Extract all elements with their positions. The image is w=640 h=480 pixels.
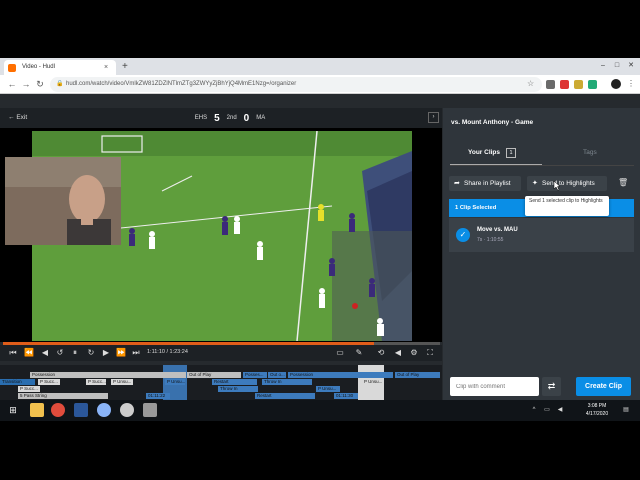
scoreboard: EHS 5 2nd 0 MA bbox=[180, 110, 280, 126]
fast-forward-icon[interactable]: ⏩ bbox=[116, 347, 126, 358]
timeline-event[interactable]: Possession bbox=[288, 372, 393, 378]
timeline-event[interactable]: Out of Play bbox=[187, 372, 241, 378]
tab-tags[interactable]: Tags bbox=[583, 147, 597, 159]
away-score: 0 bbox=[243, 112, 250, 124]
maximize-button[interactable]: □ bbox=[610, 60, 624, 72]
adjust-clip-icon[interactable]: ⇄ bbox=[542, 377, 561, 396]
timeline-event[interactable]: 01:11:30 bbox=[334, 393, 358, 399]
timeline-event[interactable]: P Succ... bbox=[86, 379, 106, 385]
lock-icon[interactable]: 🔒 bbox=[56, 81, 63, 88]
highlights-icon: ✦ bbox=[532, 180, 538, 187]
timeline-event[interactable]: 5 Pass String bbox=[18, 393, 108, 399]
step-back-icon[interactable]: ◀ bbox=[40, 347, 50, 358]
fullscreen-icon[interactable]: ⛶ bbox=[425, 347, 435, 358]
timeline-event[interactable]: Out o... bbox=[268, 372, 286, 378]
timeline-event[interactable]: P Unsu... bbox=[362, 379, 382, 385]
windows-start-icon[interactable]: ⊞ bbox=[6, 403, 20, 417]
share-arrow-icon: ➦ bbox=[454, 180, 460, 187]
clip-title: Move vs. MAU bbox=[477, 227, 518, 233]
mouse-pointer-icon bbox=[553, 181, 561, 191]
away-team: MA bbox=[256, 115, 266, 121]
exit-button[interactable]: ← Exit bbox=[8, 112, 27, 124]
reload-icon[interactable]: ↻ bbox=[34, 78, 46, 90]
volume-tray-icon[interactable]: ◀ bbox=[556, 406, 564, 414]
extension-icon[interactable] bbox=[588, 80, 597, 89]
extension-icon[interactable] bbox=[546, 80, 555, 89]
profile-avatar[interactable] bbox=[611, 79, 621, 89]
selected-count: 1 Clip Selected bbox=[455, 205, 497, 211]
rewind-icon[interactable]: ⏪ bbox=[24, 347, 34, 358]
timeline-event[interactable]: P Unsu... bbox=[316, 386, 340, 392]
hudl-favicon-icon bbox=[8, 64, 16, 72]
network-icon[interactable]: ▭ bbox=[543, 406, 551, 414]
create-clip-button[interactable]: Create Clip bbox=[576, 377, 631, 396]
replay-icon[interactable]: ↺ bbox=[55, 347, 65, 358]
extension-icon[interactable] bbox=[560, 80, 569, 89]
timeline-event[interactable]: P Succ... bbox=[38, 379, 60, 385]
file-explorer-icon[interactable] bbox=[30, 403, 44, 417]
system-clock[interactable]: 3:08 PM 4/17/2020 bbox=[578, 402, 616, 420]
step-forward-icon[interactable]: ▶ bbox=[101, 347, 111, 358]
app-icon[interactable] bbox=[143, 403, 157, 417]
home-team: EHS bbox=[194, 115, 208, 121]
notifications-icon[interactable]: ▤ bbox=[622, 406, 630, 414]
clock-time: 3:08 PM bbox=[587, 403, 607, 409]
timeline-event[interactable]: Restart bbox=[212, 379, 257, 385]
timeline-event[interactable]: Transition bbox=[0, 379, 35, 385]
tab-close-icon[interactable]: × bbox=[104, 64, 112, 72]
clock-date: 4/17/2020 bbox=[585, 411, 609, 417]
app-icon[interactable] bbox=[97, 403, 111, 417]
clip-count-badge: 1 bbox=[506, 148, 516, 158]
browser-menu-icon[interactable]: ⋮ bbox=[627, 78, 635, 90]
minimize-button[interactable]: – bbox=[596, 60, 610, 72]
tab-title: Video - Hudl bbox=[22, 64, 55, 70]
tabs-divider bbox=[450, 165, 634, 166]
clip-comment-input[interactable] bbox=[450, 377, 539, 396]
tray-chevron-icon[interactable]: ^ bbox=[530, 406, 538, 414]
timeline-event[interactable]: Posses... bbox=[243, 372, 267, 378]
timeline-event[interactable]: P Unsu... bbox=[165, 379, 185, 385]
bookmark-star-icon[interactable]: ☆ bbox=[527, 78, 537, 90]
timeline-event[interactable]: Possession bbox=[30, 372, 186, 378]
tab-your-clips[interactable]: Your Clips bbox=[468, 147, 500, 159]
skip-end-icon[interactable]: ⏭ bbox=[131, 347, 141, 358]
timeline-event[interactable]: P Unsu... bbox=[111, 379, 133, 385]
timeline-event[interactable]: Throw In bbox=[218, 386, 258, 392]
timeline-event[interactable]: Out of Play bbox=[395, 372, 440, 378]
game-title: vs. Mount Anthony - Game bbox=[451, 119, 534, 126]
clip-list-item[interactable] bbox=[449, 218, 634, 252]
loop-icon[interactable]: ⟲ bbox=[376, 347, 386, 358]
close-window-button[interactable]: ✕ bbox=[624, 60, 638, 72]
chevron-right-icon[interactable]: › bbox=[428, 112, 439, 123]
captions-icon[interactable]: ▭ bbox=[335, 347, 345, 358]
browser-tab[interactable]: Video - Hudl bbox=[4, 60, 116, 75]
forward-icon[interactable]: → bbox=[20, 78, 32, 90]
pause-icon[interactable]: ⏸ bbox=[70, 347, 80, 358]
skip-start-icon[interactable]: ⏮ bbox=[8, 347, 18, 358]
timeline-event[interactable]: Throw In bbox=[262, 379, 312, 385]
time-display: 1:11:10 / 1:23:24 bbox=[147, 349, 188, 355]
extension-icon[interactable] bbox=[574, 80, 583, 89]
back-icon[interactable]: ← bbox=[6, 78, 18, 90]
chrome-icon[interactable] bbox=[51, 403, 65, 417]
trash-icon[interactable]: 🗑 bbox=[618, 177, 628, 189]
forward-5-icon[interactable]: ↻ bbox=[86, 347, 96, 358]
word-icon[interactable] bbox=[74, 403, 88, 417]
volume-icon[interactable]: ◀ bbox=[393, 347, 403, 358]
period: 2nd bbox=[226, 115, 237, 121]
clip-meta: 7s · 1:10:55 bbox=[477, 237, 504, 243]
active-tab-underline bbox=[450, 164, 542, 165]
timeline-event[interactable]: 01:11:22 bbox=[146, 393, 170, 399]
send-tooltip: Send 1 selected clip to Highlights bbox=[525, 196, 609, 216]
timeline-event[interactable]: P Succ... bbox=[18, 386, 40, 392]
check-icon[interactable]: ✓ bbox=[456, 228, 470, 242]
app-icon[interactable] bbox=[120, 403, 134, 417]
settings-gear-icon[interactable]: ⚙ bbox=[409, 347, 419, 358]
webcam-overlay bbox=[5, 157, 121, 245]
url-text[interactable]: hudl.com/watch/video/VmlkZW81ZDZlNTlmZTg… bbox=[66, 77, 296, 92]
timeline-event[interactable]: Restart bbox=[255, 393, 315, 399]
home-score: 5 bbox=[214, 112, 220, 124]
new-tab-button[interactable]: + bbox=[122, 60, 134, 74]
drawing-icon[interactable]: ✎ bbox=[354, 347, 364, 358]
